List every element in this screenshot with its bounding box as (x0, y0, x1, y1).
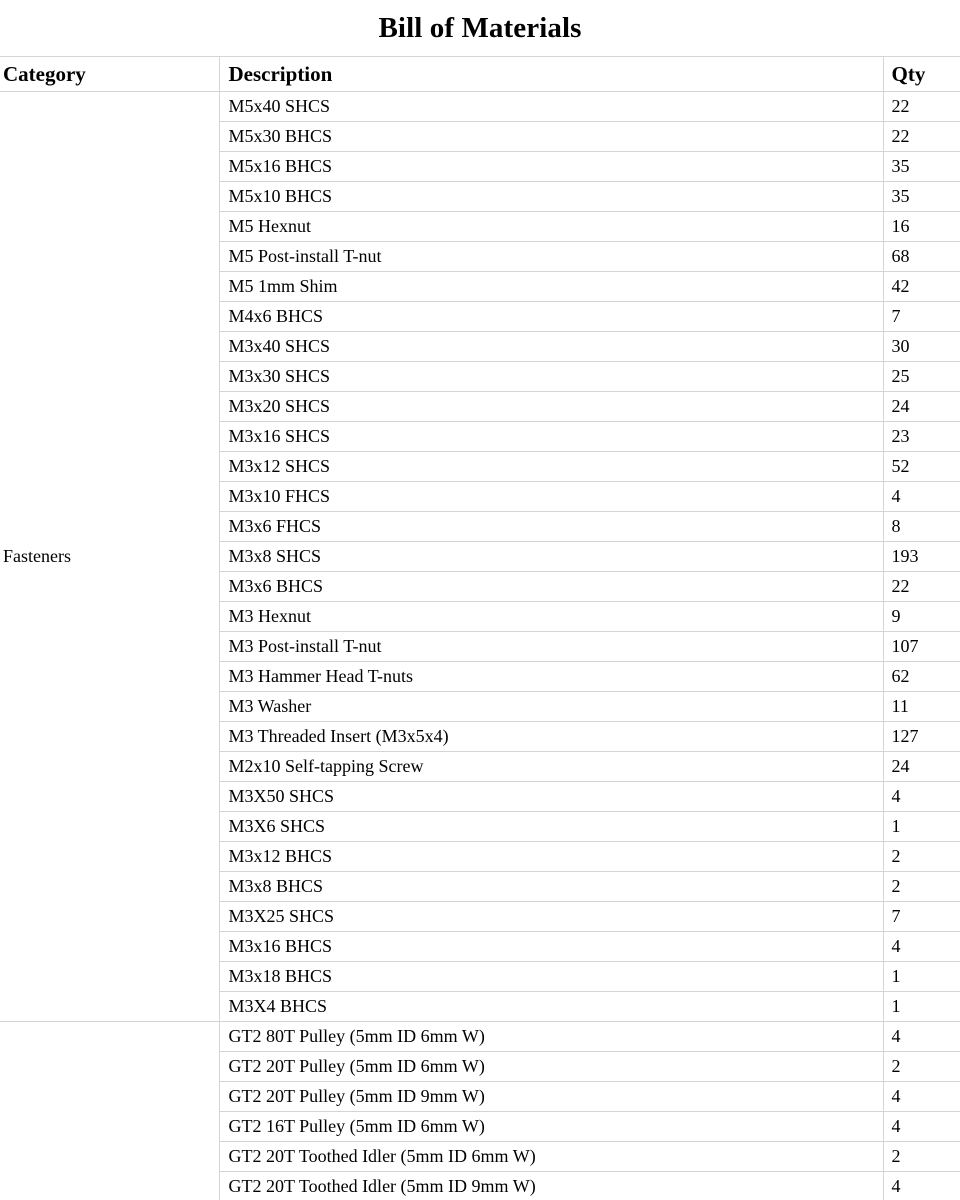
description-cell: M2x10 Self-tapping Screw (219, 751, 884, 782)
qty-cell: 4 (883, 1021, 960, 1052)
description-cell: M3x16 BHCS (219, 931, 884, 962)
description-cell: M5x10 BHCS (219, 181, 884, 212)
description-cell: M3 Post-install T-nut (219, 631, 884, 662)
description-cell: M3x10 FHCS (219, 481, 884, 512)
description-cell: M5 Post-install T-nut (219, 241, 884, 272)
description-cell: M3x16 SHCS (219, 421, 884, 452)
description-cell: GT2 80T Pulley (5mm ID 6mm W) (219, 1021, 884, 1052)
qty-cell: 1 (883, 961, 960, 992)
qty-cell: 9 (883, 601, 960, 632)
qty-cell: 127 (883, 721, 960, 752)
table-row: Fasteners M5x40 SHCS 22 (0, 91, 960, 1022)
qty-cell: 42 (883, 271, 960, 302)
description-cell: M3x6 FHCS (219, 511, 884, 542)
category-cell (0, 1021, 220, 1200)
table-header: Category Description Qty (0, 56, 960, 92)
description-cell: M3X50 SHCS (219, 781, 884, 812)
page-title: Bill of Materials (378, 12, 582, 44)
table-body: Fasteners M5x40 SHCS 22 M5x30 BHCS 22 M5x16 B… (0, 91, 960, 1200)
qty-cell: 24 (883, 751, 960, 782)
description-cell: M3X25 SHCS (219, 901, 884, 932)
qty-cell: 2 (883, 1141, 960, 1172)
bill-of-materials-table: Category Description Qty Fasteners M5x40 … (0, 56, 960, 1200)
description-cell: M3X6 SHCS (219, 811, 884, 842)
description-cell: M3x6 BHCS (219, 571, 884, 602)
category-cell: Fasteners (0, 91, 220, 1022)
qty-cell: 4 (883, 931, 960, 962)
qty-cell: 52 (883, 451, 960, 482)
description-cell: M5 1mm Shim (219, 271, 884, 302)
description-cell: M3 Hammer Head T-nuts (219, 661, 884, 692)
table-header-row: Category Description Qty (0, 56, 960, 92)
qty-cell: 4 (883, 1081, 960, 1112)
qty-cell: 193 (883, 541, 960, 572)
qty-cell: 22 (883, 91, 960, 122)
qty-cell: 7 (883, 901, 960, 932)
qty-cell: 2 (883, 871, 960, 902)
description-cell: M3x12 BHCS (219, 841, 884, 872)
qty-cell: 8 (883, 511, 960, 542)
description-cell: M3 Hexnut (219, 601, 884, 632)
column-header-qty: Qty (883, 56, 960, 92)
description-cell: M3x8 SHCS (219, 541, 884, 572)
qty-cell: 4 (883, 1111, 960, 1142)
qty-cell: 1 (883, 811, 960, 842)
description-cell: M3x18 BHCS (219, 961, 884, 992)
document-page: Bill of Materials Category Description Q… (0, 0, 960, 1200)
qty-cell: 107 (883, 631, 960, 662)
column-header-category: Category (0, 56, 220, 92)
description-cell: GT2 20T Toothed Idler (5mm ID 9mm W) (219, 1171, 884, 1200)
qty-cell: 2 (883, 841, 960, 872)
description-cell: M3 Washer (219, 691, 884, 722)
description-cell: M3x8 BHCS (219, 871, 884, 902)
qty-cell: 62 (883, 661, 960, 692)
description-cell: GT2 20T Pulley (5mm ID 6mm W) (219, 1051, 884, 1082)
description-cell: M3X4 BHCS (219, 991, 884, 1022)
column-header-description: Description (219, 56, 884, 92)
description-cell: M3x40 SHCS (219, 331, 884, 362)
description-cell: M5x30 BHCS (219, 121, 884, 152)
description-cell: M5x16 BHCS (219, 151, 884, 182)
qty-cell: 23 (883, 421, 960, 452)
description-cell: M4x6 BHCS (219, 301, 884, 332)
description-cell: GT2 20T Pulley (5mm ID 9mm W) (219, 1081, 884, 1112)
qty-cell: 4 (883, 481, 960, 512)
qty-cell: 11 (883, 691, 960, 722)
description-cell: M3x30 SHCS (219, 361, 884, 392)
table-row: GT2 80T Pulley (5mm ID 6mm W) 4 (0, 1021, 960, 1200)
description-cell: GT2 16T Pulley (5mm ID 6mm W) (219, 1111, 884, 1142)
qty-cell: 68 (883, 241, 960, 272)
qty-cell: 35 (883, 151, 960, 182)
qty-cell: 16 (883, 211, 960, 242)
qty-cell: 22 (883, 121, 960, 152)
qty-cell: 22 (883, 571, 960, 602)
qty-cell: 2 (883, 1051, 960, 1082)
description-cell: M3x12 SHCS (219, 451, 884, 482)
qty-cell: 1 (883, 991, 960, 1022)
qty-cell: 4 (883, 781, 960, 812)
qty-cell: 24 (883, 391, 960, 422)
description-cell: M5 Hexnut (219, 211, 884, 242)
description-cell: M3x20 SHCS (219, 391, 884, 422)
qty-cell: 7 (883, 301, 960, 332)
description-cell: M5x40 SHCS (219, 91, 884, 122)
qty-cell: 35 (883, 181, 960, 212)
description-cell: GT2 20T Toothed Idler (5mm ID 6mm W) (219, 1141, 884, 1172)
qty-cell: 4 (883, 1171, 960, 1200)
qty-cell: 30 (883, 331, 960, 362)
qty-cell: 25 (883, 361, 960, 392)
description-cell: M3 Threaded Insert (M3x5x4) (219, 721, 884, 752)
